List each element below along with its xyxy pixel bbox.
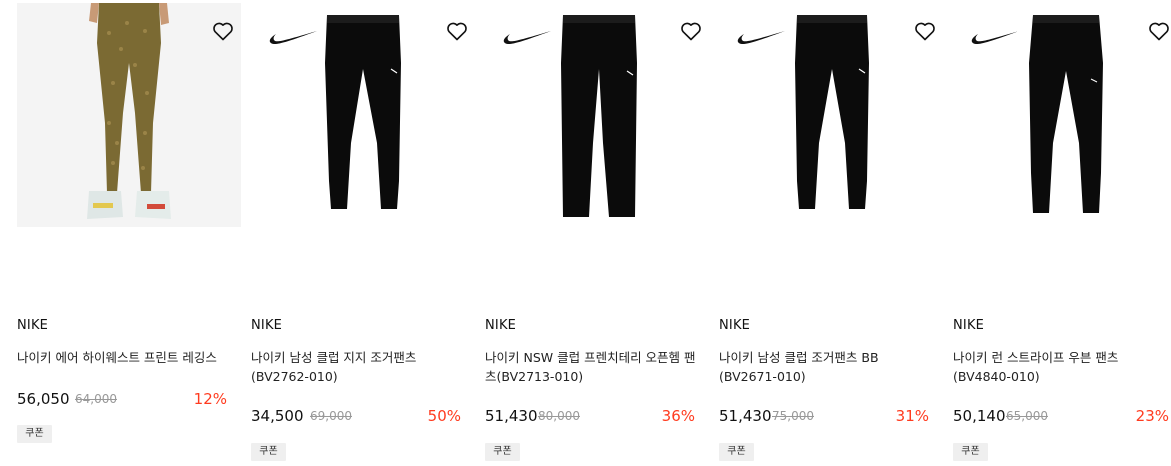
jogger-pants-image xyxy=(795,15,869,209)
product-image[interactable] xyxy=(17,3,241,227)
original-price: 75,000 xyxy=(772,409,814,423)
product-name[interactable]: 나이키 런 스트라이프 우븐 팬츠 (BV4840-010) xyxy=(953,348,1171,386)
sale-price: 34,500 xyxy=(251,407,304,425)
coupon-badge: 쿠폰 xyxy=(485,443,520,461)
discount-rate: 50% xyxy=(427,407,461,425)
price-row: 34,500 69,000 50% xyxy=(251,405,475,427)
brand-name: NIKE xyxy=(251,318,283,333)
product-name[interactable]: 나이키 남성 클럽 조거팬츠 BB (BV2671-010) xyxy=(719,348,937,386)
sale-price: 51,430 xyxy=(719,407,772,425)
sale-price: 50,140 xyxy=(953,407,1006,425)
product-image[interactable] xyxy=(953,3,1171,227)
product-image[interactable] xyxy=(485,3,709,227)
product-card[interactable]: NIKE 나이키 남성 클럽 조거팬츠 BB (BV2671-010) 51,4… xyxy=(719,0,943,466)
coupon-badge: 쿠폰 xyxy=(251,443,286,461)
product-grid: NIKE 나이키 에어 하이웨스트 프린트 레깅스 56,050 64,000 … xyxy=(0,0,1171,466)
product-card[interactable]: NIKE 나이키 NSW 클럽 프렌치테리 오픈헴 팬츠(BV2713-010)… xyxy=(485,0,709,466)
discount-rate: 12% xyxy=(193,390,227,408)
coupon-badge: 쿠폰 xyxy=(719,443,754,461)
brand-name: NIKE xyxy=(953,318,985,333)
coupon-badge: 쿠폰 xyxy=(17,425,52,443)
coupon-badge: 쿠폰 xyxy=(953,443,988,461)
sale-price: 56,050 xyxy=(17,390,70,408)
wishlist-heart-icon[interactable] xyxy=(913,19,937,43)
original-price: 80,000 xyxy=(538,409,580,423)
price-row: 50,140 65,000 23% xyxy=(953,405,1171,427)
product-name[interactable]: 나이키 에어 하이웨스트 프린트 레깅스 xyxy=(17,348,235,367)
product-image[interactable] xyxy=(719,3,943,227)
discount-rate: 36% xyxy=(661,407,695,425)
wishlist-heart-icon[interactable] xyxy=(1147,19,1171,43)
wishlist-heart-icon[interactable] xyxy=(445,19,469,43)
wishlist-heart-icon[interactable] xyxy=(679,19,703,43)
product-card[interactable]: NIKE 나이키 남성 클럽 지지 조거팬츠 (BV2762-010) 34,5… xyxy=(251,0,475,466)
openhem-pants-image xyxy=(561,15,637,217)
jogger-pants-image xyxy=(325,15,401,209)
product-card[interactable]: NIKE 나이키 런 스트라이프 우븐 팬츠 (BV4840-010) 50,1… xyxy=(953,0,1171,466)
legging-model-image xyxy=(17,3,241,227)
original-price: 64,000 xyxy=(75,392,117,406)
price-row: 51,430 80,000 36% xyxy=(485,405,709,427)
brand-name: NIKE xyxy=(17,318,49,333)
product-card[interactable]: NIKE 나이키 에어 하이웨스트 프린트 레깅스 56,050 64,000 … xyxy=(17,0,241,466)
price-row: 51,430 75,000 31% xyxy=(719,405,943,427)
discount-rate: 31% xyxy=(895,407,929,425)
price-row: 56,050 64,000 12% xyxy=(17,388,241,410)
discount-rate: 23% xyxy=(1135,407,1169,425)
product-image[interactable] xyxy=(251,3,475,227)
brand-name: NIKE xyxy=(485,318,517,333)
product-name[interactable]: 나이키 남성 클럽 지지 조거팬츠 (BV2762-010) xyxy=(251,348,469,386)
brand-name: NIKE xyxy=(719,318,751,333)
original-price: 65,000 xyxy=(1006,409,1048,423)
wishlist-heart-icon[interactable] xyxy=(211,19,235,43)
original-price: 69,000 xyxy=(310,409,352,423)
woven-pants-image xyxy=(1029,15,1103,213)
sale-price: 51,430 xyxy=(485,407,538,425)
product-name[interactable]: 나이키 NSW 클럽 프렌치테리 오픈헴 팬츠(BV2713-010) xyxy=(485,348,703,386)
